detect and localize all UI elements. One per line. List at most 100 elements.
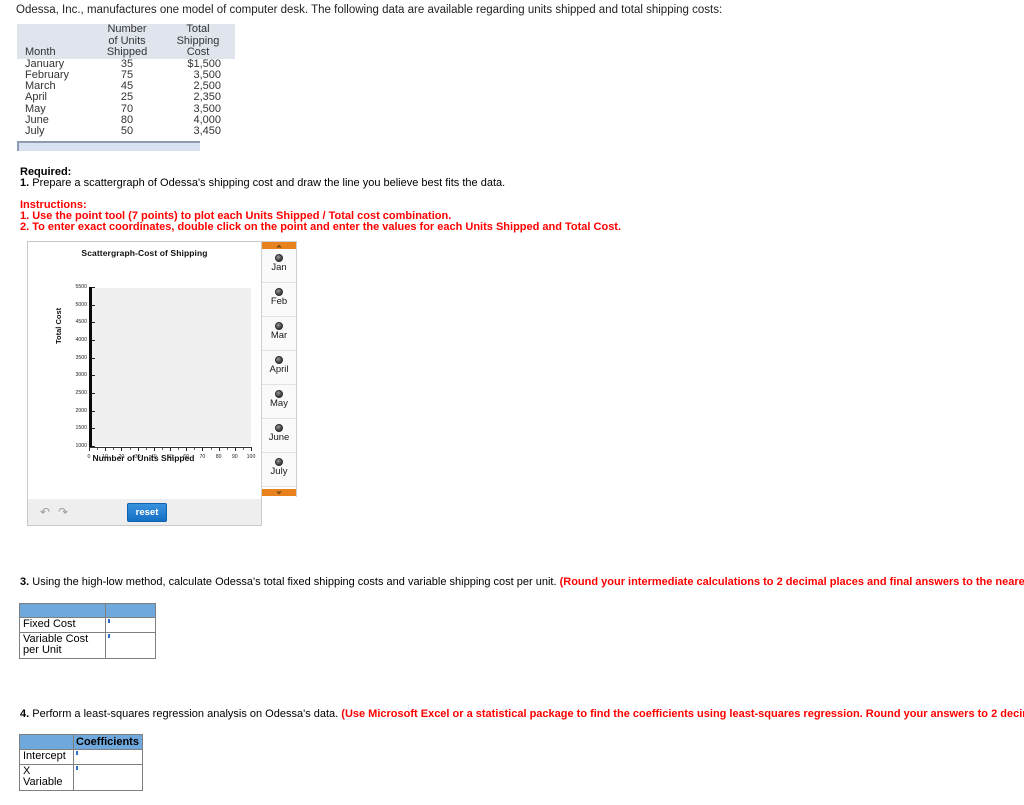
point-marker-icon: [275, 424, 283, 432]
palette-scroll-down-button[interactable]: [262, 489, 296, 496]
q4-input-x-variable[interactable]: [73, 763, 143, 791]
point-marker-icon: [275, 254, 283, 262]
q4-header-row: Coefficients: [19, 734, 143, 750]
palette-point-jan[interactable]: Jan: [262, 249, 296, 283]
q4-header-coefficients: Coefficients: [73, 734, 143, 750]
q4-label-x-variable: X Variable: [19, 763, 74, 791]
question-4-answer-table[interactable]: Coefficients Intercept X Variable: [19, 734, 143, 791]
point-marker-icon: [275, 356, 283, 364]
x-tick-mark-minor: [97, 448, 99, 450]
palette-point-label: June: [268, 432, 290, 443]
y-tick-mark: [92, 357, 95, 359]
palette-scroll-up-button[interactable]: [262, 242, 296, 249]
table-header-row-3: Month Shipped Cost: [17, 46, 235, 59]
y-tick-mark: [92, 322, 95, 324]
y-tick-label: 4000: [75, 337, 87, 343]
x-tick-mark-minor: [129, 448, 131, 450]
x-tick-mark-minor: [226, 448, 228, 450]
table-footer-bar: [17, 141, 200, 151]
table-row: April 25 2,350: [17, 91, 235, 104]
q4-label-intercept: Intercept: [19, 749, 74, 765]
y-tick-label: 5500: [75, 284, 87, 290]
q3-row-variable-cost: Variable Cost per Unit: [19, 631, 156, 659]
redo-icon[interactable]: ↷: [58, 506, 70, 518]
question-4-body: Perform a least-squares regression analy…: [29, 708, 342, 720]
q4-label-x-variable-line1: X: [23, 764, 31, 777]
point-marker-icon: [275, 322, 283, 330]
header-cost-line1: Total: [161, 23, 235, 36]
x-tick-mark-minor: [242, 448, 244, 450]
x-tick-mark: [105, 448, 107, 451]
undo-icon[interactable]: ↶: [40, 506, 52, 518]
palette-item-list[interactable]: Jan Feb Mar April May June July: [262, 249, 296, 507]
q3-label-variable-cost-line2: per Unit: [23, 644, 62, 656]
x-tick-mark: [202, 448, 204, 451]
q4-input-intercept[interactable]: [73, 749, 143, 765]
question-3-number: 3.: [20, 576, 30, 588]
point-marker-icon: [275, 390, 283, 398]
question-4-text: 4. Perform a least-squares regression an…: [20, 708, 1024, 720]
cell-month: July: [25, 125, 45, 138]
q3-row-fixed-cost: Fixed Cost: [19, 617, 156, 633]
x-tick-mark-minor: [210, 448, 212, 450]
y-tick-mark: [92, 428, 95, 430]
palette-point-may[interactable]: May: [262, 385, 296, 419]
table-row: July 50 3,450: [17, 125, 235, 138]
header-cost-line3: Cost: [161, 46, 235, 59]
palette-point-label: Feb: [270, 296, 288, 307]
y-tick-mark: [92, 375, 95, 377]
cell-cost: 3,450: [193, 125, 221, 138]
question-3-body: Using the high-low method, calculate Ode…: [29, 576, 560, 588]
q3-input-variable-cost[interactable]: [105, 631, 156, 659]
x-tick-mark-minor: [113, 448, 115, 450]
y-tick-label: 4500: [75, 319, 87, 326]
required-item-1: 1. Prepare a scattergraph of Odessa's sh…: [20, 177, 505, 189]
palette-point-feb[interactable]: Feb: [262, 283, 296, 317]
question-3-answer-table[interactable]: Fixed Cost Variable Cost per Unit: [19, 603, 156, 659]
palette-point-june[interactable]: June: [262, 419, 296, 453]
y-tick-label: 3500: [75, 354, 87, 361]
palette-point-label: July: [270, 466, 288, 477]
table-header-row: Number Total: [17, 23, 235, 36]
x-tick-mark: [89, 448, 90, 451]
cell-units: 50: [120, 125, 134, 138]
q3-header-row: [19, 603, 156, 618]
y-tick-label: 1500: [75, 425, 87, 432]
question-3-note: (Round your intermediate calculations to…: [559, 576, 1024, 588]
chart-toolbar: ↶ ↷ reset: [27, 499, 262, 526]
point-marker-icon: [275, 288, 283, 296]
intro-text: Odessa, Inc., manufactures one model of …: [16, 4, 723, 16]
x-tick-mark-minor: [178, 448, 180, 450]
palette-point-july[interactable]: July: [262, 453, 296, 487]
y-axis-ticks: 5500 5000 4500 4000 3500 3000 2500 2000 1500 1000: [60, 284, 87, 449]
palette-point-label: Jan: [271, 262, 287, 273]
y-tick-label: 2500: [75, 390, 87, 396]
header-blank: [17, 24, 93, 36]
x-tick-mark-minor: [194, 448, 196, 450]
cell-month: April: [25, 91, 48, 104]
scattergraph-widget[interactable]: Scattergraph-Cost of Shipping Total Cost…: [27, 241, 262, 526]
header-units-line1: Number: [93, 23, 161, 36]
q3-label-fixed-cost: Fixed Cost: [19, 617, 106, 633]
palette-point-label: April: [269, 364, 289, 375]
y-tick-label: 1000: [75, 443, 87, 449]
q3-label-variable-cost: Variable Cost per Unit: [19, 631, 106, 659]
reset-button[interactable]: reset: [127, 503, 167, 522]
question-3-text: 3. Using the high-low method, calculate …: [20, 576, 1024, 588]
cell-units: 25: [120, 91, 134, 104]
x-tick-mark: [218, 448, 220, 451]
point-tool-palette[interactable]: Jan Feb Mar April May June July: [261, 241, 297, 507]
plot-area[interactable]: [91, 288, 251, 446]
palette-point-april[interactable]: April: [262, 351, 296, 385]
q4-row-intercept: Intercept: [19, 749, 143, 765]
x-tick-mark: [170, 448, 171, 451]
palette-point-mar[interactable]: Mar: [262, 317, 296, 351]
q3-input-fixed-cost[interactable]: [105, 617, 156, 633]
header-month: Month: [17, 46, 93, 59]
q3-header-right: [105, 603, 156, 618]
x-tick-mark: [234, 448, 236, 451]
q4-header-left: [19, 734, 74, 750]
instructions-item-2: 2. To enter exact coordinates, double cl…: [20, 221, 622, 233]
x-axis-label: Number of Units Shipped: [92, 453, 195, 463]
x-tick-mark: [153, 448, 155, 451]
